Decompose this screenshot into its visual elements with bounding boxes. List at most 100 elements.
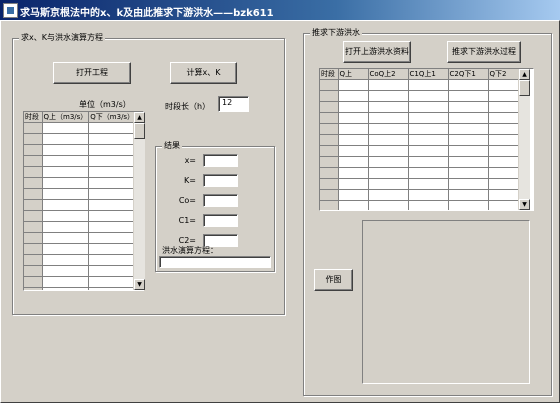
- scroll-up-icon[interactable]: ▲: [134, 112, 145, 123]
- grid-cell[interactable]: [408, 112, 449, 124]
- right-data-grid[interactable]: 时段 Q上 CoQ上2 C1Q上1 C2Q下1 Q下2: [319, 68, 534, 211]
- right-grid-row[interactable]: [320, 200, 523, 210]
- grid-cell[interactable]: [408, 90, 449, 102]
- grid-cell[interactable]: [42, 188, 90, 200]
- right-grid-row[interactable]: [320, 112, 523, 124]
- right-grid-row[interactable]: [320, 90, 523, 102]
- grid-cell[interactable]: [488, 90, 523, 102]
- right-grid-row[interactable]: [320, 156, 523, 168]
- left-grid-row[interactable]: [24, 177, 137, 189]
- right-grid-row[interactable]: [320, 189, 523, 201]
- left-grid-row[interactable]: [24, 144, 137, 156]
- grid-cell[interactable]: [368, 90, 409, 102]
- compute-xk-button[interactable]: 计算x、K: [170, 62, 237, 84]
- grid-cell[interactable]: [42, 287, 90, 290]
- grid-cell[interactable]: [368, 145, 409, 157]
- grid-cell[interactable]: [448, 101, 489, 113]
- grid-cell[interactable]: [88, 287, 137, 290]
- grid-cell[interactable]: [408, 123, 449, 135]
- grid-cell[interactable]: [338, 101, 369, 113]
- grid-cell[interactable]: [338, 90, 369, 102]
- scroll-down-icon[interactable]: ▼: [519, 199, 530, 210]
- grid-cell[interactable]: [448, 112, 489, 124]
- grid-cell[interactable]: [42, 166, 90, 178]
- grid-cell[interactable]: [488, 156, 523, 168]
- grid-cell[interactable]: [368, 167, 409, 179]
- result-value-field[interactable]: [203, 194, 238, 207]
- grid-cell[interactable]: [368, 178, 409, 190]
- grid-cell[interactable]: [338, 112, 369, 124]
- open-project-button[interactable]: 打开工程: [53, 62, 131, 84]
- grid-cell[interactable]: [448, 156, 489, 168]
- grid-cell[interactable]: [42, 232, 90, 244]
- left-grid-row[interactable]: [24, 122, 137, 134]
- grid-cell[interactable]: [488, 123, 523, 135]
- right-grid-row[interactable]: [320, 178, 523, 190]
- grid-cell[interactable]: [448, 189, 489, 201]
- left-grid-row[interactable]: [24, 199, 137, 211]
- grid-cell[interactable]: [88, 243, 137, 255]
- grid-cell[interactable]: [368, 189, 409, 201]
- grid-cell[interactable]: [88, 232, 137, 244]
- grid-cell[interactable]: [408, 79, 449, 91]
- grid-cell[interactable]: [408, 178, 449, 190]
- grid-cell[interactable]: [42, 276, 90, 288]
- scroll-thumb[interactable]: [519, 80, 530, 96]
- grid-cell[interactable]: [88, 155, 137, 167]
- grid-cell[interactable]: [88, 199, 137, 211]
- equation-field[interactable]: [159, 256, 271, 268]
- grid-cell[interactable]: [368, 200, 409, 210]
- left-grid-row[interactable]: [24, 287, 137, 290]
- right-grid-row[interactable]: [320, 79, 523, 91]
- grid-cell[interactable]: [368, 79, 409, 91]
- grid-cell[interactable]: [448, 178, 489, 190]
- grid-cell[interactable]: [88, 265, 137, 277]
- grid-cell[interactable]: [338, 145, 369, 157]
- grid-cell[interactable]: [448, 90, 489, 102]
- grid-cell[interactable]: [42, 221, 90, 233]
- left-grid-row[interactable]: [24, 221, 137, 233]
- grid-cell[interactable]: [42, 122, 90, 134]
- grid-cell[interactable]: [408, 156, 449, 168]
- grid-cell[interactable]: [368, 112, 409, 124]
- grid-cell[interactable]: [42, 210, 90, 222]
- left-grid-row[interactable]: [24, 166, 137, 178]
- grid-cell[interactable]: [338, 189, 369, 201]
- grid-cell[interactable]: [488, 101, 523, 113]
- grid-cell[interactable]: [448, 134, 489, 146]
- compute-downstream-button[interactable]: 推求下游洪水过程: [447, 41, 521, 63]
- grid-cell[interactable]: [338, 167, 369, 179]
- result-value-field[interactable]: [203, 154, 238, 167]
- grid-cell[interactable]: [42, 199, 90, 211]
- result-value-field[interactable]: [203, 174, 238, 187]
- grid-cell[interactable]: [338, 156, 369, 168]
- grid-cell[interactable]: [488, 134, 523, 146]
- grid-cell[interactable]: [88, 210, 137, 222]
- grid-cell[interactable]: [408, 189, 449, 201]
- grid-cell[interactable]: [368, 101, 409, 113]
- grid-cell[interactable]: [368, 134, 409, 146]
- grid-cell[interactable]: [488, 145, 523, 157]
- grid-cell[interactable]: [42, 254, 90, 266]
- grid-cell[interactable]: [488, 167, 523, 179]
- open-upstream-button[interactable]: 打开上游洪水资料: [343, 41, 411, 63]
- grid-cell[interactable]: [88, 166, 137, 178]
- grid-cell[interactable]: [408, 134, 449, 146]
- right-grid-row[interactable]: [320, 123, 523, 135]
- grid-cell[interactable]: [488, 200, 523, 210]
- grid-cell[interactable]: [88, 221, 137, 233]
- grid-cell[interactable]: [88, 254, 137, 266]
- grid-cell[interactable]: [488, 79, 523, 91]
- grid-cell[interactable]: [408, 167, 449, 179]
- left-grid-row[interactable]: [24, 210, 137, 222]
- grid-cell[interactable]: [338, 200, 369, 210]
- grid-cell[interactable]: [448, 79, 489, 91]
- grid-cell[interactable]: [42, 265, 90, 277]
- grid-cell[interactable]: [88, 144, 137, 156]
- grid-cell[interactable]: [488, 112, 523, 124]
- scroll-thumb[interactable]: [134, 123, 145, 139]
- right-grid-row[interactable]: [320, 134, 523, 146]
- right-grid-row[interactable]: [320, 167, 523, 179]
- grid-cell[interactable]: [338, 123, 369, 135]
- left-grid-row[interactable]: [24, 276, 137, 288]
